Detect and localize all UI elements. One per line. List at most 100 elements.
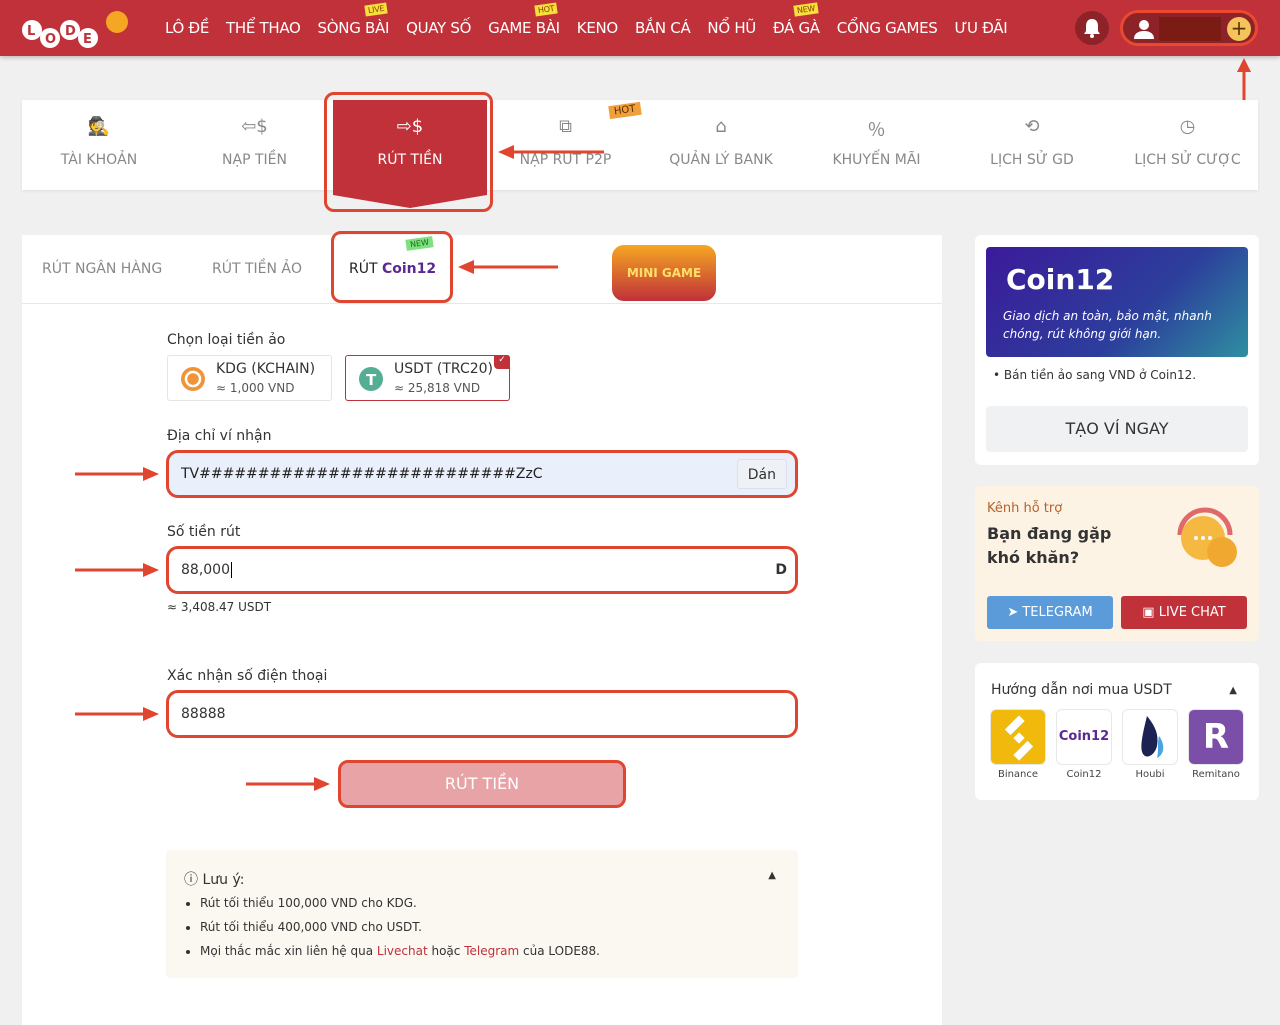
nav-song-bai[interactable]: SÒNG BÀI LIVE	[318, 2, 389, 37]
coin-name: KDG (KCHAIN)	[216, 361, 316, 377]
livechat-icon: ▣	[1142, 605, 1155, 620]
telegram-button[interactable]: ➤ TELEGRAM	[987, 596, 1113, 629]
svg-text:L: L	[27, 24, 35, 39]
bank-icon: ⌂	[715, 116, 727, 137]
livechat-button[interactable]: ▣ LIVE CHAT	[1121, 596, 1247, 629]
houbi-logo[interactable]	[1122, 709, 1178, 765]
coin12-exchange-logo[interactable]: Coin12	[1056, 709, 1112, 765]
collapse-caret-icon[interactable]: ▲	[768, 870, 776, 881]
nav-the-thao[interactable]: THỂ THAO	[226, 19, 301, 37]
livechat-link[interactable]: Livechat	[377, 944, 428, 958]
paste-button[interactable]: Dán	[736, 459, 787, 489]
binance-logo[interactable]	[990, 709, 1046, 765]
tab-label: LỊCH SỬ CƯỢC	[1134, 152, 1241, 168]
tab-lịch-sử-cược[interactable]: ◷ LỊCH SỬ CƯỢC	[1111, 100, 1265, 190]
nav-label: QUAY SỐ	[406, 19, 472, 37]
annotation-box	[331, 231, 453, 303]
tab-khuyến-mãi[interactable]: ％ KHUYẾN MÃI	[800, 100, 954, 190]
nav-label: THỂ THAO	[226, 19, 301, 37]
withdraw-submit-button[interactable]: RÚT TIỀN	[338, 760, 626, 808]
note-title-text: Lưu ý:	[202, 872, 245, 888]
nav-label: ƯU ĐÃI	[954, 19, 1008, 37]
tab-label: KHUYẾN MÃI	[832, 152, 921, 168]
note-panel: ⓘ Lưu ý: ▲ Rút tối thiểu 100,000 VND cho…	[166, 850, 798, 978]
telegram-icon: ➤	[1007, 605, 1019, 620]
livechat-label: LIVE CHAT	[1158, 605, 1226, 620]
kdg-coin-icon	[181, 367, 205, 391]
phone-input[interactable]: 88888	[166, 690, 798, 738]
exchange-label: Binance	[997, 769, 1039, 780]
svg-text:E: E	[83, 32, 92, 47]
nav-no-hu[interactable]: NỔ HŨ	[707, 19, 756, 37]
account-box[interactable]: +	[1120, 10, 1258, 46]
tab-label: QUẢN LÝ BANK	[669, 152, 773, 168]
collapse-caret-icon[interactable]: ▲	[1229, 685, 1237, 696]
minigame-button[interactable]: MINI GAME	[612, 245, 716, 301]
coin12-banner[interactable]: Coin12 Giao dịch an toàn, bảo mật, nhanh…	[986, 247, 1248, 357]
create-wallet-button[interactable]: TẠO VÍ NGAY	[986, 406, 1248, 452]
nav-uu-dai[interactable]: ƯU ĐÃI	[954, 19, 1007, 37]
note-text: Mọi thắc mắc xin liên hệ qua	[200, 944, 377, 958]
nav-quay-so[interactable]: QUAY SỐ	[406, 19, 471, 37]
nav-ban-ca[interactable]: BẮN CÁ	[635, 19, 691, 37]
nav-da-ga[interactable]: ĐÁ GÀ NEW	[773, 2, 820, 37]
tab-tài-khoản[interactable]: 🕵 TÀI KHOẢN	[22, 100, 176, 190]
annotation-arrow	[498, 145, 604, 159]
coin12-logo: Coin12	[1006, 263, 1115, 296]
address-input[interactable]: TV###########################ZzC Dán	[166, 450, 798, 498]
nav-lo-de[interactable]: LÔ ĐỀ	[165, 19, 209, 37]
usdt-coin-icon: T	[359, 367, 383, 391]
nav-cong-games[interactable]: CỔNG GAMES	[837, 19, 938, 37]
note-text: hoặc	[427, 944, 465, 958]
coin-rate: ≈ 25,818 VND	[394, 381, 481, 395]
note-item: Rút tối thiểu 400,000 VND cho USDT.	[200, 920, 600, 934]
telegram-link[interactable]: Telegram	[464, 944, 519, 958]
tab-quản-lý-bank[interactable]: ⌂ QUẢN LÝ BANK	[644, 100, 798, 190]
exchange-label: Coin12	[1066, 769, 1102, 780]
new-badge: NEW	[793, 2, 819, 17]
main-nav: LÔ ĐỀ THỂ THAO SÒNG BÀI LIVE QUAY SỐ GAME…	[165, 0, 1008, 56]
annotation-arrow	[75, 707, 159, 721]
coin-rate: ≈ 1,000 VND	[216, 381, 295, 395]
nav-game-bai[interactable]: GAME BÀI HOT	[488, 2, 560, 37]
p2p-icon: ⧉	[559, 116, 572, 137]
remitano-logo[interactable]: R	[1188, 709, 1244, 765]
guide-title: Hướng dẫn nơi mua USDT	[991, 682, 1172, 698]
note-title: ⓘ Lưu ý:	[184, 869, 244, 889]
nav-keno[interactable]: KENO	[577, 19, 618, 37]
note-text: của LODE88.	[519, 944, 600, 958]
selected-check-icon: ✓	[494, 355, 510, 369]
annotation-arrow	[458, 260, 558, 274]
info-icon: ⓘ	[184, 872, 198, 888]
svg-text:O: O	[45, 32, 56, 47]
tab-nạp-tiền[interactable]: ⇦$ NẠP TIỀN	[178, 100, 332, 190]
notification-button[interactable]	[1075, 11, 1109, 45]
coin-option-usdt[interactable]: T USDT (TRC20) ≈ 25,818 VND ✓	[345, 355, 510, 401]
amount-value: 88,000	[181, 562, 230, 578]
subtab-virtual[interactable]: RÚT TIỀN ẢO	[212, 235, 302, 303]
coin-option-kdg[interactable]: KDG (KCHAIN) ≈ 1,000 VND	[167, 355, 332, 401]
support-title: Bạn đang gặp khó khăn?	[987, 524, 1112, 567]
promo-tagline: Giao dịch an toàn, bảo mật, nhanh chóng,…	[1003, 309, 1212, 341]
add-funds-button[interactable]: +	[1227, 17, 1251, 41]
exchange-label: Remitano	[1192, 769, 1240, 780]
binance-icon	[1004, 715, 1034, 761]
clock-icon: ◷	[1179, 116, 1196, 137]
subtab-bank[interactable]: RÚT NGÂN HÀNG	[42, 235, 162, 303]
username-masked	[1159, 17, 1221, 41]
amount-input[interactable]: 88,000 D	[166, 546, 798, 594]
tab-label: LỊCH SỬ GD	[990, 152, 1074, 168]
currency-unit: D	[775, 562, 787, 578]
deposit-icon: ⇦$	[241, 116, 268, 137]
nav-label: KENO	[576, 19, 618, 37]
svg-text:T: T	[366, 371, 377, 389]
nav-label: NỔ HŨ	[707, 19, 756, 37]
coin-type-label: Chọn loại tiền ảo	[167, 332, 286, 348]
tab-lịch-sử-gd[interactable]: ⟲ LỊCH SỬ GD	[955, 100, 1109, 190]
history-icon: ⟲	[1024, 116, 1040, 137]
lode88-logo[interactable]: LODE	[20, 8, 135, 50]
nav-label: GAME BÀI	[488, 19, 560, 37]
bell-icon	[1084, 19, 1100, 38]
annotation-box	[324, 92, 493, 212]
ticket-icon: ％	[867, 120, 886, 141]
